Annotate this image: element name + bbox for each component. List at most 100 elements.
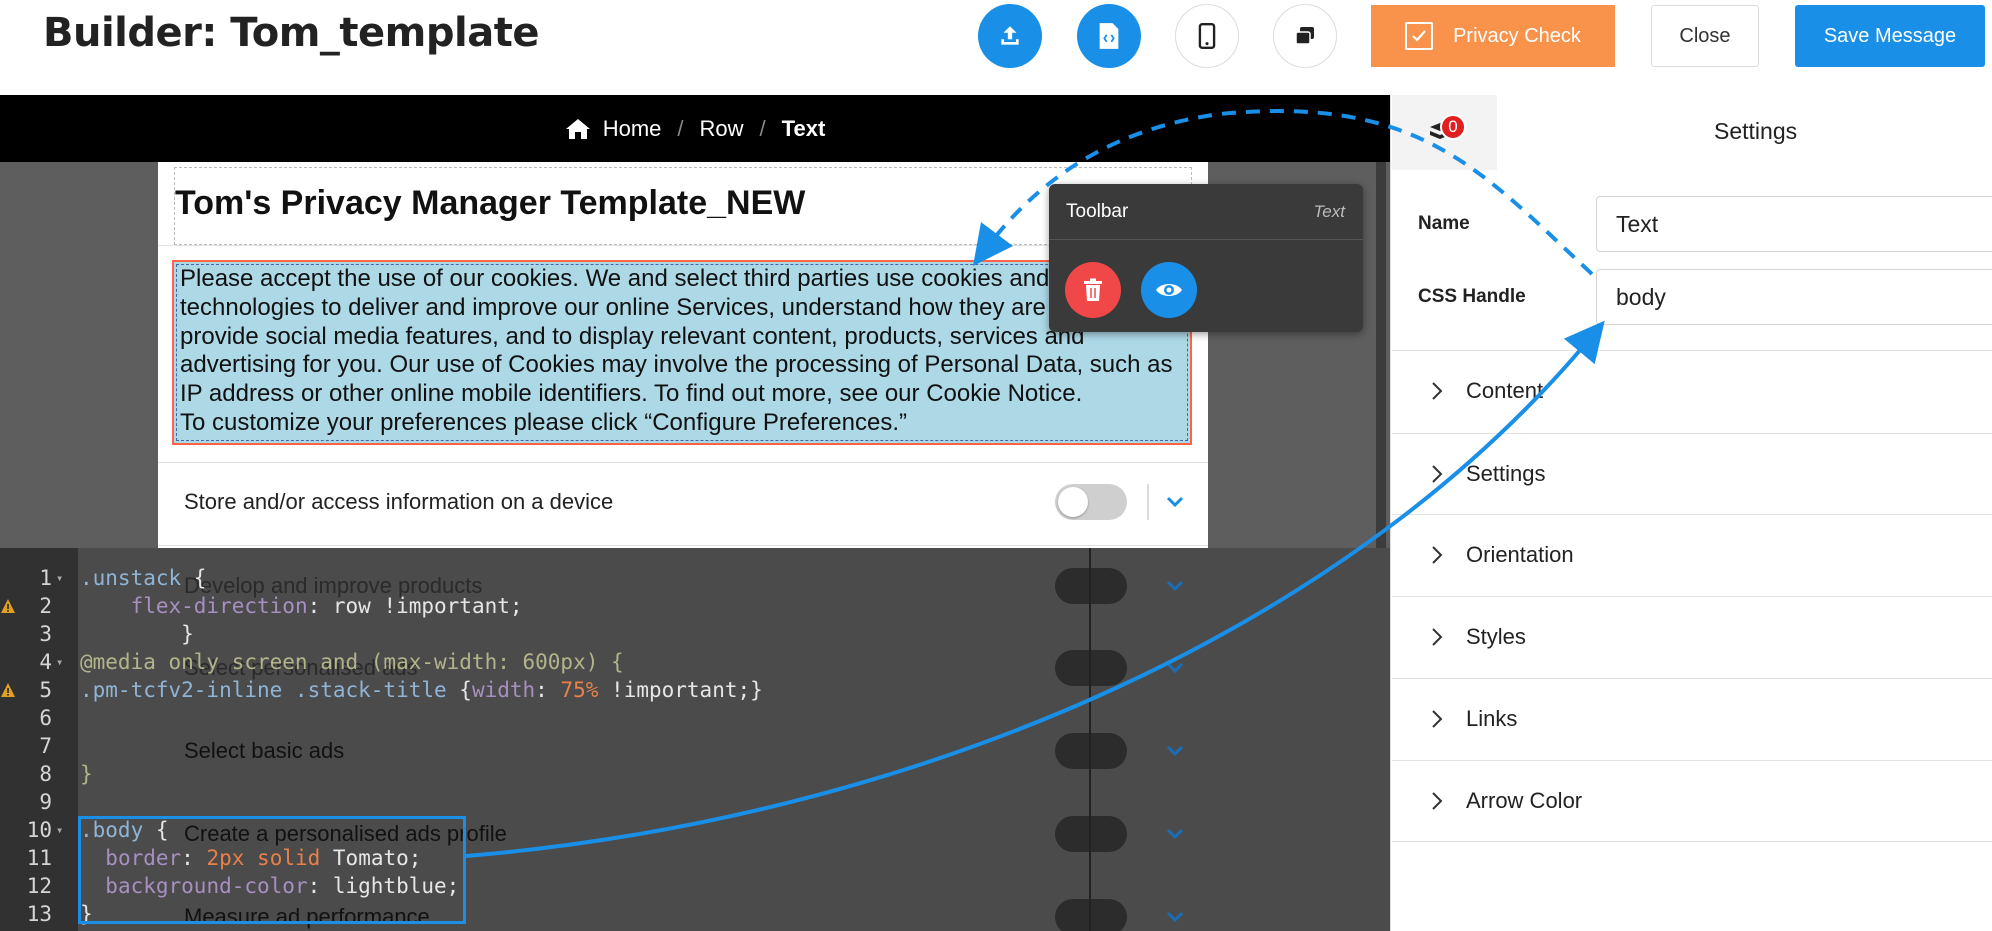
delete-button[interactable] (1065, 262, 1121, 318)
mobile-icon (1198, 23, 1216, 49)
text-line: technologies to deliver and improve our … (180, 293, 1046, 321)
selected-text-block[interactable]: Please accept the use of our cookies. We… (172, 260, 1192, 445)
toggle-knob (1058, 487, 1088, 517)
breadcrumb-row[interactable]: Row (700, 116, 744, 142)
accordion-links[interactable]: Links (1392, 678, 1992, 760)
preference-toggle[interactable] (1055, 733, 1127, 769)
line-number: 7 (39, 734, 52, 758)
preference-toggle[interactable] (1055, 816, 1127, 852)
css-handle-input[interactable]: body (1596, 269, 1992, 325)
breadcrumb-home[interactable]: Home (603, 116, 662, 142)
line-number: 13 (26, 902, 52, 926)
line-number: 1 (39, 566, 52, 590)
copy-icon (1295, 27, 1314, 45)
text-line: provide social media features, and to di… (180, 322, 1085, 350)
accordion-label: Arrow Color (1466, 788, 1583, 813)
privacy-check-button[interactable]: Privacy Check (1371, 5, 1615, 67)
notification-badge: 0 (1440, 114, 1466, 140)
divider (158, 545, 1208, 546)
line-number: 11 (26, 846, 52, 870)
line-number: 9 (39, 790, 52, 814)
fold-arrow-icon[interactable]: ▾ (56, 816, 63, 844)
line-number: 5 (39, 678, 52, 702)
divider (1089, 548, 1091, 931)
line-number: 10 (26, 818, 52, 842)
preference-label: Select basic ads (184, 738, 345, 763)
annotation-highlight-box (78, 816, 466, 924)
accordion-arrow-color[interactable]: Arrow Color (1392, 760, 1992, 842)
home-icon[interactable] (565, 117, 591, 141)
toolbar-element-kind: Text (1313, 201, 1345, 221)
code-file-button[interactable] (1077, 4, 1141, 68)
line-number: 4 (39, 650, 52, 674)
name-label: Name (1418, 213, 1470, 234)
preference-label: Store and/or access information on a dev… (184, 489, 614, 514)
eye-icon (1156, 284, 1182, 296)
mobile-preview-button[interactable] (1175, 4, 1239, 68)
toolbar-popup: Toolbar Text (1049, 184, 1363, 332)
canvas-scrollbar[interactable] (1376, 162, 1386, 548)
accordion-label: Styles (1466, 624, 1526, 649)
preference-toggle[interactable] (1055, 484, 1127, 520)
accordion-label: Settings (1466, 461, 1546, 486)
text-line: advertising for you. Our use of Cookies … (180, 351, 1173, 379)
preference-toggle[interactable] (1055, 568, 1127, 604)
text-line: To customize your preferences please cli… (180, 408, 907, 436)
divider (1392, 841, 1992, 842)
chevron-down-icon[interactable] (1163, 822, 1187, 846)
chevron-down-icon[interactable] (1163, 905, 1187, 929)
chevron-down-icon[interactable] (1163, 656, 1187, 680)
accordion-settings[interactable]: Settings (1392, 433, 1992, 515)
chevron-down-icon[interactable] (1163, 490, 1187, 514)
line-number: 6 (39, 706, 52, 730)
fold-arrow-icon[interactable]: ▾ (56, 648, 63, 676)
divider (1147, 484, 1149, 520)
fold-arrow-icon[interactable]: ▾ (56, 564, 63, 592)
accordion-label: Orientation (1466, 542, 1574, 567)
line-number: 8 (39, 762, 52, 786)
chevron-down-icon[interactable] (1163, 739, 1187, 763)
accordion-orientation[interactable]: Orientation (1392, 514, 1992, 596)
accordion-label: Links (1466, 706, 1518, 731)
checkbox-icon (1405, 22, 1434, 50)
code-file-icon (1099, 23, 1119, 49)
copy-button[interactable] (1273, 4, 1337, 68)
top-bar: Builder: Tom_template Privacy Check Clos… (0, 0, 1992, 95)
chevron-right-icon (1432, 792, 1443, 810)
privacy-check-label: Privacy Check (1453, 24, 1581, 47)
chevron-right-icon (1432, 465, 1443, 483)
chevron-right-icon (1432, 382, 1443, 400)
panel-title: Settings (1714, 118, 1798, 144)
breadcrumb-current: Text (781, 115, 826, 141)
trash-icon (1084, 278, 1102, 301)
name-input[interactable]: Text (1596, 196, 1992, 252)
line-number: 2 (39, 594, 52, 618)
page-title: Builder: Tom_template (43, 10, 539, 56)
accordion-content[interactable]: Content (1392, 350, 1992, 432)
warning-icon (1, 599, 15, 613)
text-line: Please accept the use of our cookies. We… (180, 265, 1050, 292)
chevron-right-icon (1432, 628, 1443, 646)
css-handle-label: CSS Handle (1418, 286, 1526, 307)
accordion-label: Content (1466, 378, 1544, 403)
breadcrumb: Home / Row / Text (0, 95, 1390, 162)
accordion-styles[interactable]: Styles (1392, 596, 1992, 678)
upload-button[interactable] (978, 4, 1042, 68)
preference-toggle[interactable] (1055, 899, 1127, 931)
close-button[interactable]: Close (1651, 5, 1759, 67)
divider (158, 462, 1208, 463)
line-number: 12 (26, 874, 52, 898)
preference-toggle[interactable] (1055, 650, 1127, 686)
warning-icon (1, 683, 15, 697)
card-title[interactable]: Tom's Privacy Manager Template_NEW (175, 184, 805, 223)
text-line: IP address or other online mobile identi… (180, 380, 1083, 408)
breadcrumb-separator: / (677, 115, 684, 141)
toolbar-title: Toolbar (1066, 200, 1129, 222)
visibility-button[interactable] (1141, 262, 1197, 318)
upload-icon (1001, 26, 1019, 45)
breadcrumb-separator: / (759, 115, 766, 141)
chevron-right-icon (1432, 710, 1443, 728)
chevron-right-icon (1432, 546, 1443, 564)
save-message-button[interactable]: Save Message (1795, 5, 1985, 67)
chevron-down-icon[interactable] (1163, 574, 1187, 598)
